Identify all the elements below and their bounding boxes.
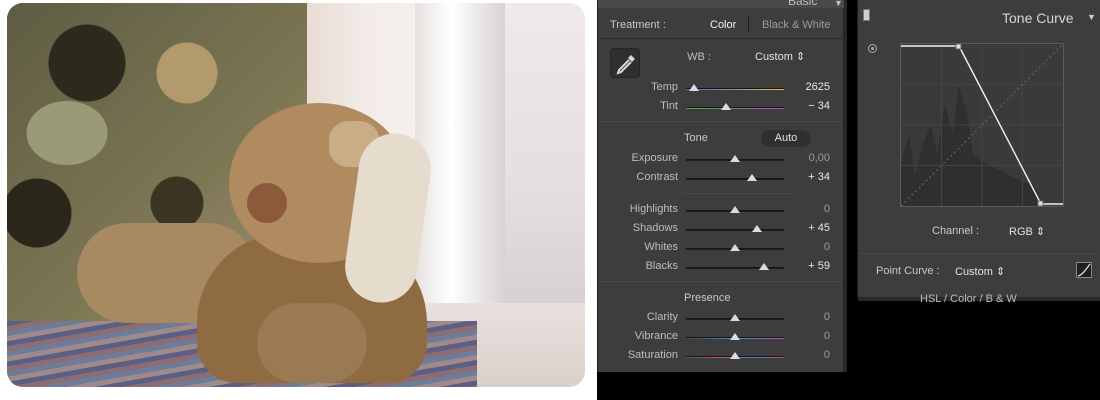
vibrance-slider-thumb[interactable] xyxy=(730,333,740,340)
saturation-label: Saturation xyxy=(627,349,678,361)
blacks-label: Blacks xyxy=(645,260,678,272)
clarity-slider-thumb[interactable] xyxy=(730,314,740,321)
contrast-slider-thumb[interactable] xyxy=(746,174,757,181)
chevron-updown-icon: ⇕ xyxy=(995,266,1006,278)
temp-label: Temp xyxy=(651,81,678,93)
photo-bear-snout xyxy=(247,183,287,223)
tint-slider-thumb[interactable] xyxy=(721,103,732,110)
tone-subseparator xyxy=(682,193,792,194)
clarity-value[interactable]: 0 xyxy=(790,311,830,323)
edit-point-curve-icon[interactable] xyxy=(1076,262,1092,278)
point-curve-dropdown-value: Custom xyxy=(955,266,993,278)
blacks-value[interactable]: + 59 xyxy=(790,260,830,272)
whites-slider-thumb[interactable] xyxy=(730,244,740,251)
targeted-adjustment-icon[interactable] xyxy=(868,44,877,53)
contrast-value[interactable]: + 34 xyxy=(790,171,830,183)
wb-dropdown[interactable]: Custom ⇕ xyxy=(755,50,805,63)
treatment-separator xyxy=(600,38,842,39)
chevron-updown-icon: ⇕ xyxy=(795,51,806,63)
point-curve-label: Point Curve : xyxy=(876,265,940,277)
contrast-slider-track[interactable] xyxy=(686,178,784,180)
treatment-bw-button[interactable]: Black & White xyxy=(762,19,830,31)
tone-curve-panel: Tone Curve ▼ Channel : RGB ⇕ Point Curve… xyxy=(857,0,1100,305)
tint-value[interactable]: − 34 xyxy=(790,100,830,112)
tint-label: Tint xyxy=(660,100,678,112)
saturation-slider-thumb[interactable] xyxy=(730,352,740,359)
highlights-label: Highlights xyxy=(629,203,678,215)
exposure-value[interactable]: 0,00 xyxy=(790,152,830,164)
panel-solo-toggle-icon[interactable] xyxy=(863,9,870,21)
next-panel-header-strip: HSL / Color / B & W xyxy=(858,293,1100,305)
saturation-value[interactable]: 0 xyxy=(790,349,830,361)
wb-selector-eyedropper-icon[interactable] xyxy=(610,48,640,78)
photo-preview[interactable] xyxy=(7,3,585,387)
temp-slider-thumb[interactable] xyxy=(688,84,699,91)
shadows-label: Shadows xyxy=(632,222,678,234)
tone-curve-title[interactable]: Tone Curve xyxy=(1002,10,1074,26)
basic-panel: Basic ▼ Treatment : Color Black & White … xyxy=(597,0,847,372)
wb-separator xyxy=(600,121,842,122)
basic-panel-header[interactable]: Basic ▼ xyxy=(598,0,844,8)
curve-point-top[interactable] xyxy=(955,43,962,50)
point-curve-dropdown[interactable]: Custom ⇕ xyxy=(955,265,1005,278)
chevron-updown-icon: ⇕ xyxy=(1035,226,1046,238)
wb-label: WB : xyxy=(687,51,711,63)
basic-panel-title: Basic xyxy=(788,0,818,8)
highlights-value[interactable]: 0 xyxy=(790,203,830,215)
exposure-label: Exposure xyxy=(631,152,678,164)
photo-preview-area xyxy=(0,0,597,400)
whites-value[interactable]: 0 xyxy=(790,241,830,253)
temp-slider-track[interactable] xyxy=(686,88,784,90)
vibrance-label: Vibrance xyxy=(634,330,678,342)
photo-bear-leg xyxy=(257,303,367,383)
panel-collapse-triangle-icon[interactable]: ▼ xyxy=(834,0,843,8)
treatment-label: Treatment : xyxy=(610,19,666,31)
channel-dropdown[interactable]: RGB ⇕ xyxy=(1009,225,1045,238)
tone-section-label: Tone xyxy=(684,132,708,144)
presence-section-label: Presence xyxy=(684,292,731,304)
whites-label: Whites xyxy=(644,241,678,253)
shadows-slider-thumb[interactable] xyxy=(751,225,762,232)
tone-auto-button[interactable]: Auto xyxy=(761,130,811,147)
panel-collapse-triangle-icon[interactable]: ▼ xyxy=(1087,12,1096,22)
next-panel-header[interactable]: HSL / Color / B & W xyxy=(920,293,1017,305)
highlights-slider-thumb[interactable] xyxy=(730,206,740,213)
exposure-slider-thumb[interactable] xyxy=(730,155,740,162)
channel-dropdown-value: RGB xyxy=(1009,226,1033,238)
wb-dropdown-value: Custom xyxy=(755,51,793,63)
histogram-shape xyxy=(901,84,1043,206)
curve-point-bottom[interactable] xyxy=(1037,200,1044,207)
shadows-value[interactable]: + 45 xyxy=(790,222,830,234)
treatment-divider xyxy=(748,16,749,32)
temp-value[interactable]: 2625 xyxy=(790,81,830,93)
contrast-label: Contrast xyxy=(636,171,678,183)
blacks-slider-thumb[interactable] xyxy=(759,263,770,270)
treatment-color-button[interactable]: Color xyxy=(710,19,736,31)
curve-separator xyxy=(860,253,1099,254)
tone-curve-svg[interactable] xyxy=(900,43,1064,207)
shadows-slider-track[interactable] xyxy=(686,229,784,231)
channel-label: Channel : xyxy=(932,225,980,237)
tint-slider-track[interactable] xyxy=(686,107,784,109)
tone-curve-graph[interactable] xyxy=(900,43,1064,207)
tone-separator xyxy=(600,281,842,282)
vibrance-value[interactable]: 0 xyxy=(790,330,830,342)
clarity-label: Clarity xyxy=(646,311,678,323)
